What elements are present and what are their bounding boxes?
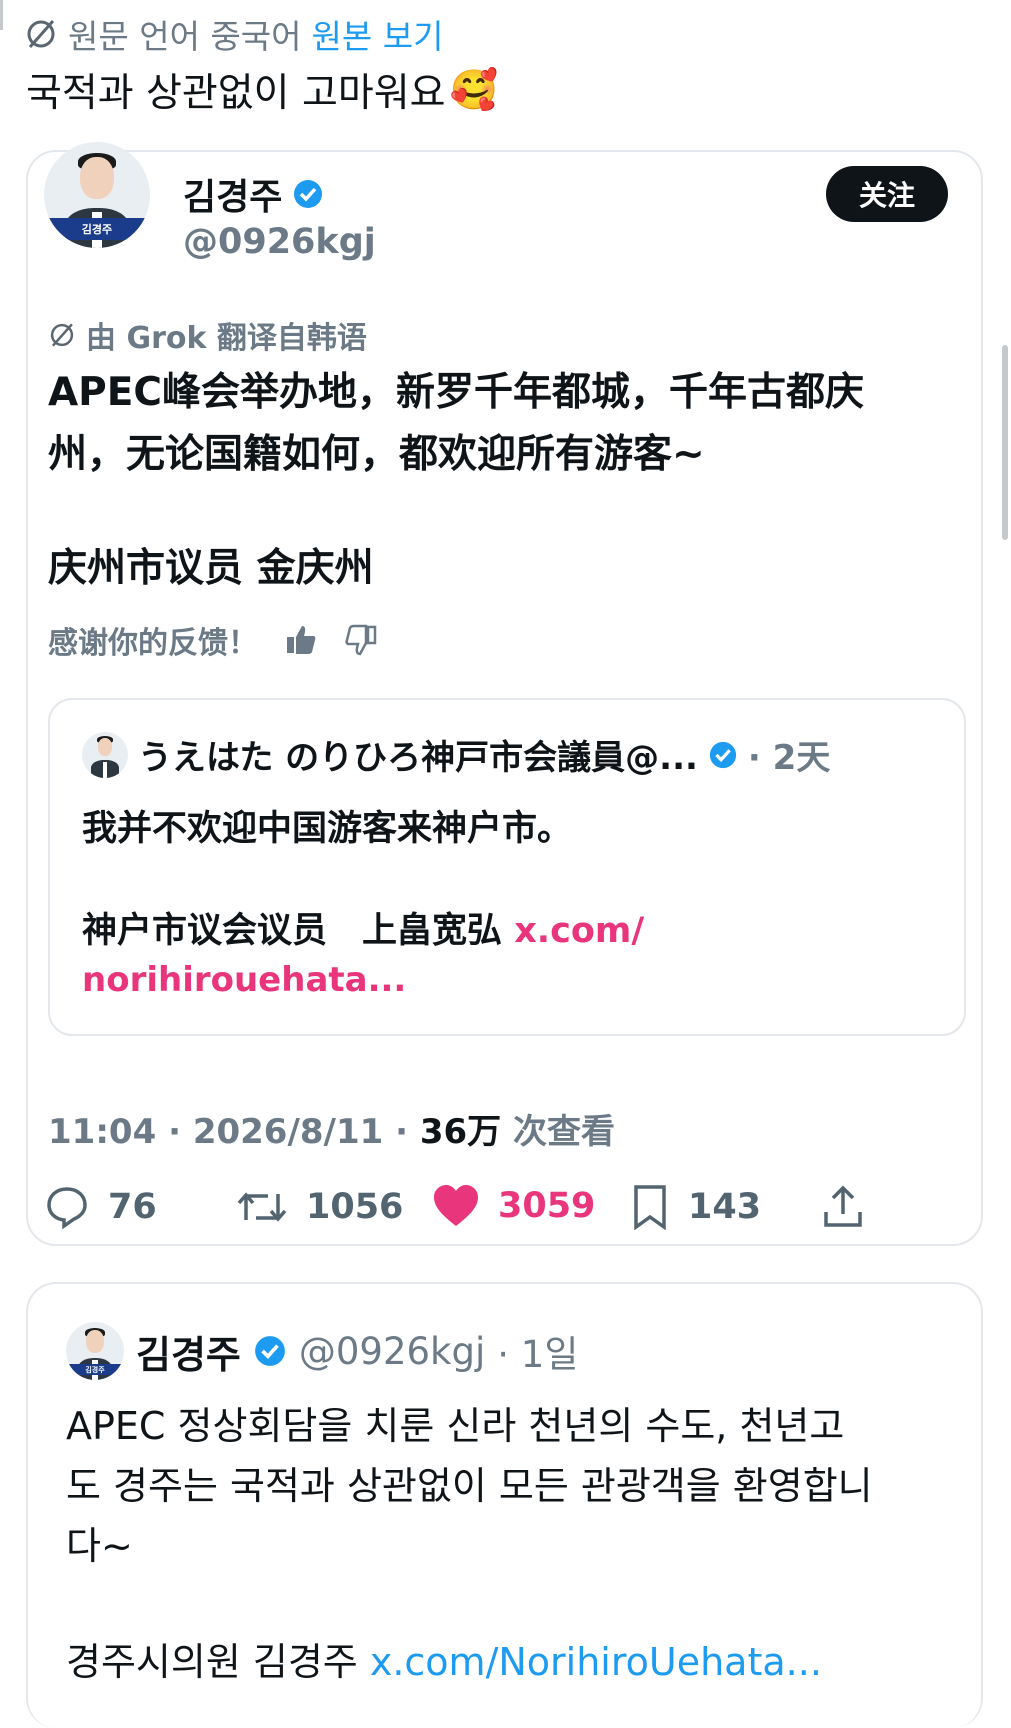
scrollbar-thumb[interactable]	[1002, 345, 1008, 540]
avatar-banner: 김경주	[48, 218, 146, 240]
view-original-link[interactable]: 원본 보기	[312, 10, 444, 58]
translation-bar: 원문 언어 중국어 원본 보기	[24, 14, 443, 56]
smiling-hearts-emoji: 🥰	[449, 68, 499, 113]
signature-text: 경주시의원 김경주	[66, 1640, 370, 1684]
author-handle: @0926kgj	[298, 1329, 486, 1373]
quoted-link-part1[interactable]: x.com/	[514, 911, 644, 951]
view-label: 次查看	[501, 1112, 616, 1152]
translate-icon	[48, 321, 76, 349]
share-icon	[820, 1184, 866, 1230]
follow-button[interactable]: 关注	[826, 166, 948, 222]
like-count: 3059	[498, 1186, 596, 1226]
left-edge-mark	[0, 0, 3, 30]
quoted-link-part2[interactable]: norihirouehata...	[82, 960, 406, 1000]
translated-signature: 庆州市议员 金庆州	[48, 546, 374, 591]
author-name: 김경주	[136, 1332, 241, 1377]
like-button[interactable]: 3059	[432, 1184, 595, 1228]
tweet-meta: 11:04 · 2026/8/11 · 36万 次查看	[48, 1104, 615, 1153]
bookmark-button[interactable]: 143	[630, 1184, 761, 1230]
tweet-text-line: 도 경주는 국적과 상관없이 모든 관광객을 환영합니	[66, 1464, 873, 1508]
reply-button[interactable]: 76	[44, 1184, 157, 1230]
quoted-tweet-text: 我并不欢迎中国游客来神户市。	[82, 809, 573, 849]
verified-badge-icon	[253, 1334, 287, 1368]
grok-note-text: 由 Grok 翻译自韩语	[86, 321, 367, 356]
tweet-text-line: APEC 정상회담을 치룬 신라 천년의 수도, 천년고	[66, 1404, 845, 1448]
view-count: 36万	[419, 1112, 502, 1152]
translated-text-line: APEC峰会举办地，新罗千年都城，千年古都庆	[48, 370, 865, 415]
feedback-text: 感谢你的反馈！	[48, 626, 258, 661]
tweet-age: · 1일	[497, 1333, 579, 1376]
retweet-icon	[236, 1184, 288, 1230]
retweet-count: 1056	[306, 1187, 404, 1227]
quoted-author-avatar	[82, 731, 128, 778]
tweet-text-line: 다~	[66, 1524, 133, 1568]
quoted-signature: 神户市议会议员 上畠宽弘	[82, 911, 503, 951]
verified-badge-icon	[292, 178, 324, 210]
author-avatar[interactable]: 김경주	[44, 142, 150, 248]
reply-count: 76	[108, 1187, 157, 1227]
translated-text-line: 州，无论国籍如何，都欢迎所有游客~	[48, 432, 705, 477]
quoted-tweet-signature-row: 神户市议会议员 上畠宽弘 x.com/	[82, 902, 644, 953]
author-handle[interactable]: @0926kgj	[183, 222, 376, 262]
timestamp[interactable]: 11:04 · 2026/8/11 ·	[48, 1112, 420, 1152]
original-tweet-header[interactable]: 김경주 김경주 @0926kgj · 1일	[66, 1322, 578, 1380]
grok-translation-note: 由 Grok 翻译自韩语	[48, 313, 367, 357]
tweet-link[interactable]: x.com/NorihiroUehata...	[370, 1640, 822, 1684]
bookmark-count: 143	[688, 1187, 762, 1227]
translation-note: 원문 언어 중국어	[68, 17, 302, 56]
thumbs-down-icon[interactable]	[344, 623, 378, 657]
author-name: 김경주	[183, 177, 283, 218]
quoted-tweet-header[interactable]: うえはた のりひろ神戸市会議員@... · 2天	[82, 730, 830, 779]
verified-badge-icon	[708, 740, 738, 770]
translation-feedback: 感谢你的反馈！	[48, 618, 378, 662]
quote-tweet-text: 국적과 상관없이 고마워요 🥰	[26, 62, 498, 118]
avatar-banner: 김경주	[68, 1363, 122, 1376]
share-button[interactable]	[820, 1184, 866, 1230]
thumbs-up-icon[interactable]	[284, 623, 318, 657]
author-name-row[interactable]: 김경주	[183, 168, 324, 220]
quoted-author-name: うえはた のりひろ神戸市会議員@...	[138, 738, 698, 778]
author-avatar: 김경주	[66, 1322, 124, 1380]
quoted-tweet-age: · 2天	[747, 738, 831, 778]
retweet-button[interactable]: 1056	[236, 1184, 403, 1230]
bookmark-icon	[630, 1184, 670, 1230]
tweet-signature-row: 경주시의원 김경주 x.com/NorihiroUehata...	[66, 1632, 822, 1692]
tweet-text: 국적과 상관없이 고마워요	[26, 71, 446, 116]
reply-icon	[44, 1184, 90, 1230]
heart-icon	[432, 1184, 480, 1228]
translate-icon	[24, 17, 58, 51]
